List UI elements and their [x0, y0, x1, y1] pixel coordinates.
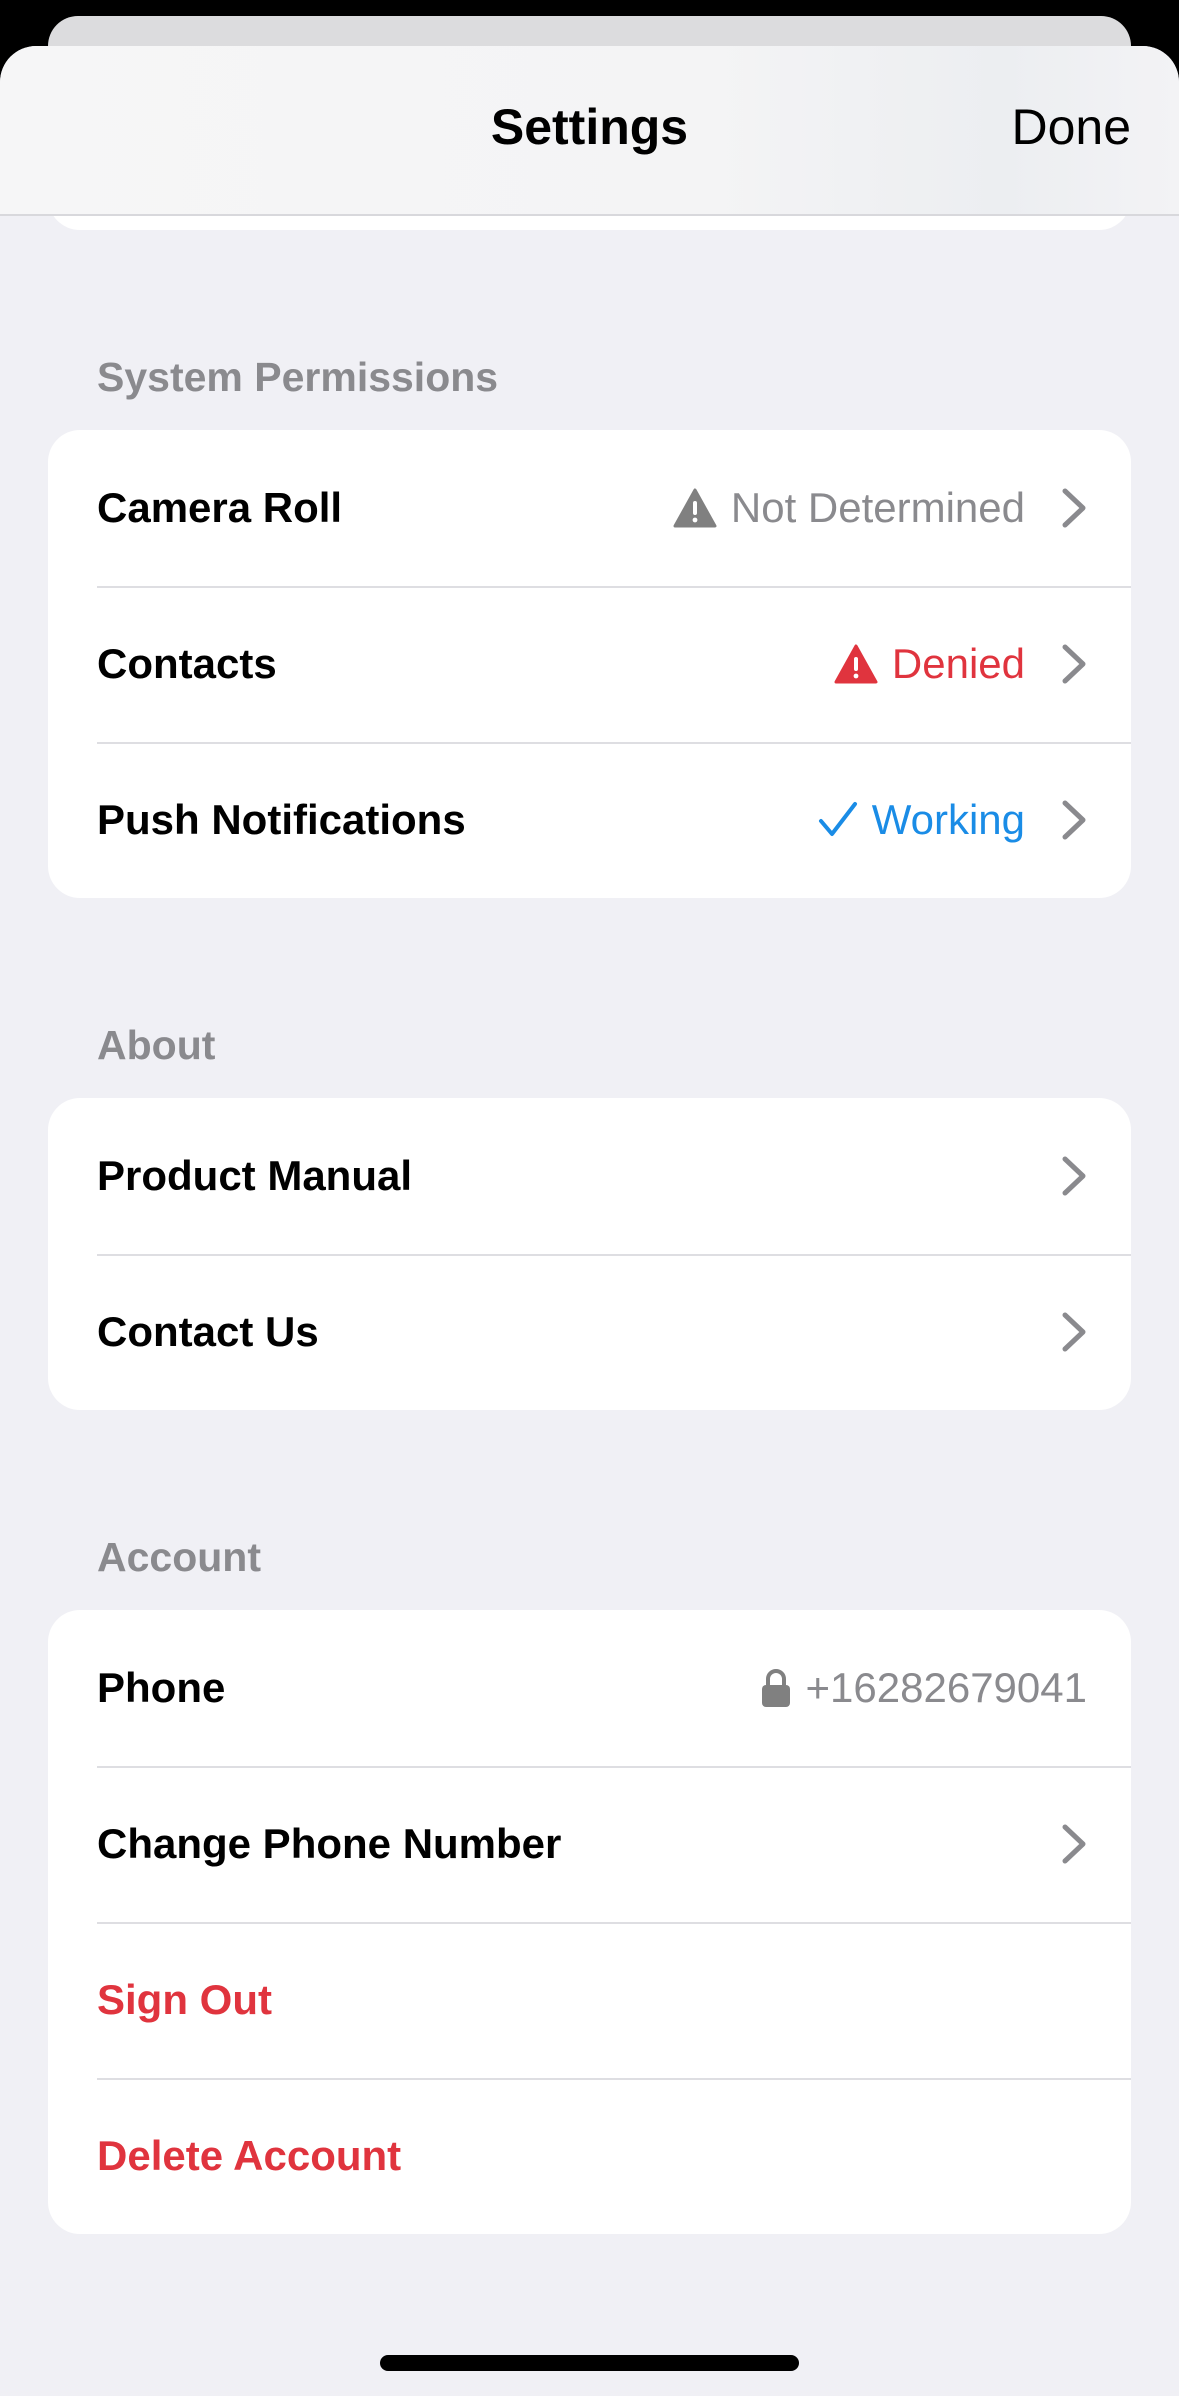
settings-sheet: Settings Done System Permissions Camera …	[0, 46, 1179, 2396]
chevron-right-icon	[1061, 1823, 1087, 1865]
permissions-group: Camera Roll Not Determined Contacts Deni…	[48, 430, 1131, 898]
warning-triangle-icon	[834, 644, 878, 684]
section-header-about: About	[97, 1022, 216, 1068]
phone-value: +16282679041	[760, 1664, 1087, 1712]
phone-row: Phone +16282679041	[48, 1610, 1131, 1766]
phone-label: Phone	[97, 1664, 226, 1711]
contacts-status: Denied	[834, 640, 1025, 688]
chevron-right-icon	[1061, 799, 1087, 841]
contact-us-row[interactable]: Contact Us	[48, 1254, 1131, 1410]
delete-account-label: Delete Account	[97, 2132, 402, 2179]
warning-triangle-icon	[673, 488, 717, 528]
navigation-bar: Settings Done	[0, 46, 1179, 216]
page-title: Settings	[490, 99, 689, 155]
sign-out-label: Sign Out	[97, 1976, 272, 2023]
push-notifications-label: Push Notifications	[97, 796, 466, 843]
delete-account-button[interactable]: Delete Account	[48, 2078, 1131, 2234]
change-phone-number-label: Change Phone Number	[97, 1820, 562, 1867]
product-manual-row[interactable]: Product Manual	[48, 1098, 1131, 1254]
sign-out-button[interactable]: Sign Out	[48, 1922, 1131, 2078]
home-indicator[interactable]	[380, 2355, 799, 2371]
contacts-row[interactable]: Contacts Denied	[48, 586, 1131, 742]
chevron-right-icon	[1061, 643, 1087, 685]
contacts-label: Contacts	[97, 640, 277, 687]
change-phone-number-row[interactable]: Change Phone Number	[48, 1766, 1131, 1922]
done-button[interactable]: Done	[1011, 98, 1131, 156]
phone-number-text: +16282679041	[805, 1664, 1087, 1711]
camera-roll-label: Camera Roll	[97, 484, 343, 531]
account-group: Phone +16282679041 Change Phone Number S…	[48, 1610, 1131, 2234]
camera-roll-status: Not Determined	[673, 484, 1025, 532]
camera-roll-row[interactable]: Camera Roll Not Determined	[48, 430, 1131, 586]
about-group: Product Manual Contact Us	[48, 1098, 1131, 1410]
contacts-status-text: Denied	[891, 640, 1025, 687]
push-notifications-status: Working	[818, 796, 1025, 844]
contact-us-label: Contact Us	[97, 1308, 319, 1355]
lock-icon	[760, 1667, 792, 1709]
push-notifications-status-text: Working	[871, 796, 1025, 843]
chevron-right-icon	[1061, 487, 1087, 529]
section-header-account: Account	[97, 1534, 261, 1580]
chevron-right-icon	[1061, 1155, 1087, 1197]
section-header-permissions: System Permissions	[97, 354, 499, 400]
product-manual-label: Product Manual	[97, 1152, 413, 1199]
push-notifications-row[interactable]: Push Notifications Working	[48, 742, 1131, 898]
checkmark-icon	[818, 801, 858, 839]
chevron-right-icon	[1061, 1311, 1087, 1353]
camera-roll-status-text: Not Determined	[730, 484, 1025, 531]
